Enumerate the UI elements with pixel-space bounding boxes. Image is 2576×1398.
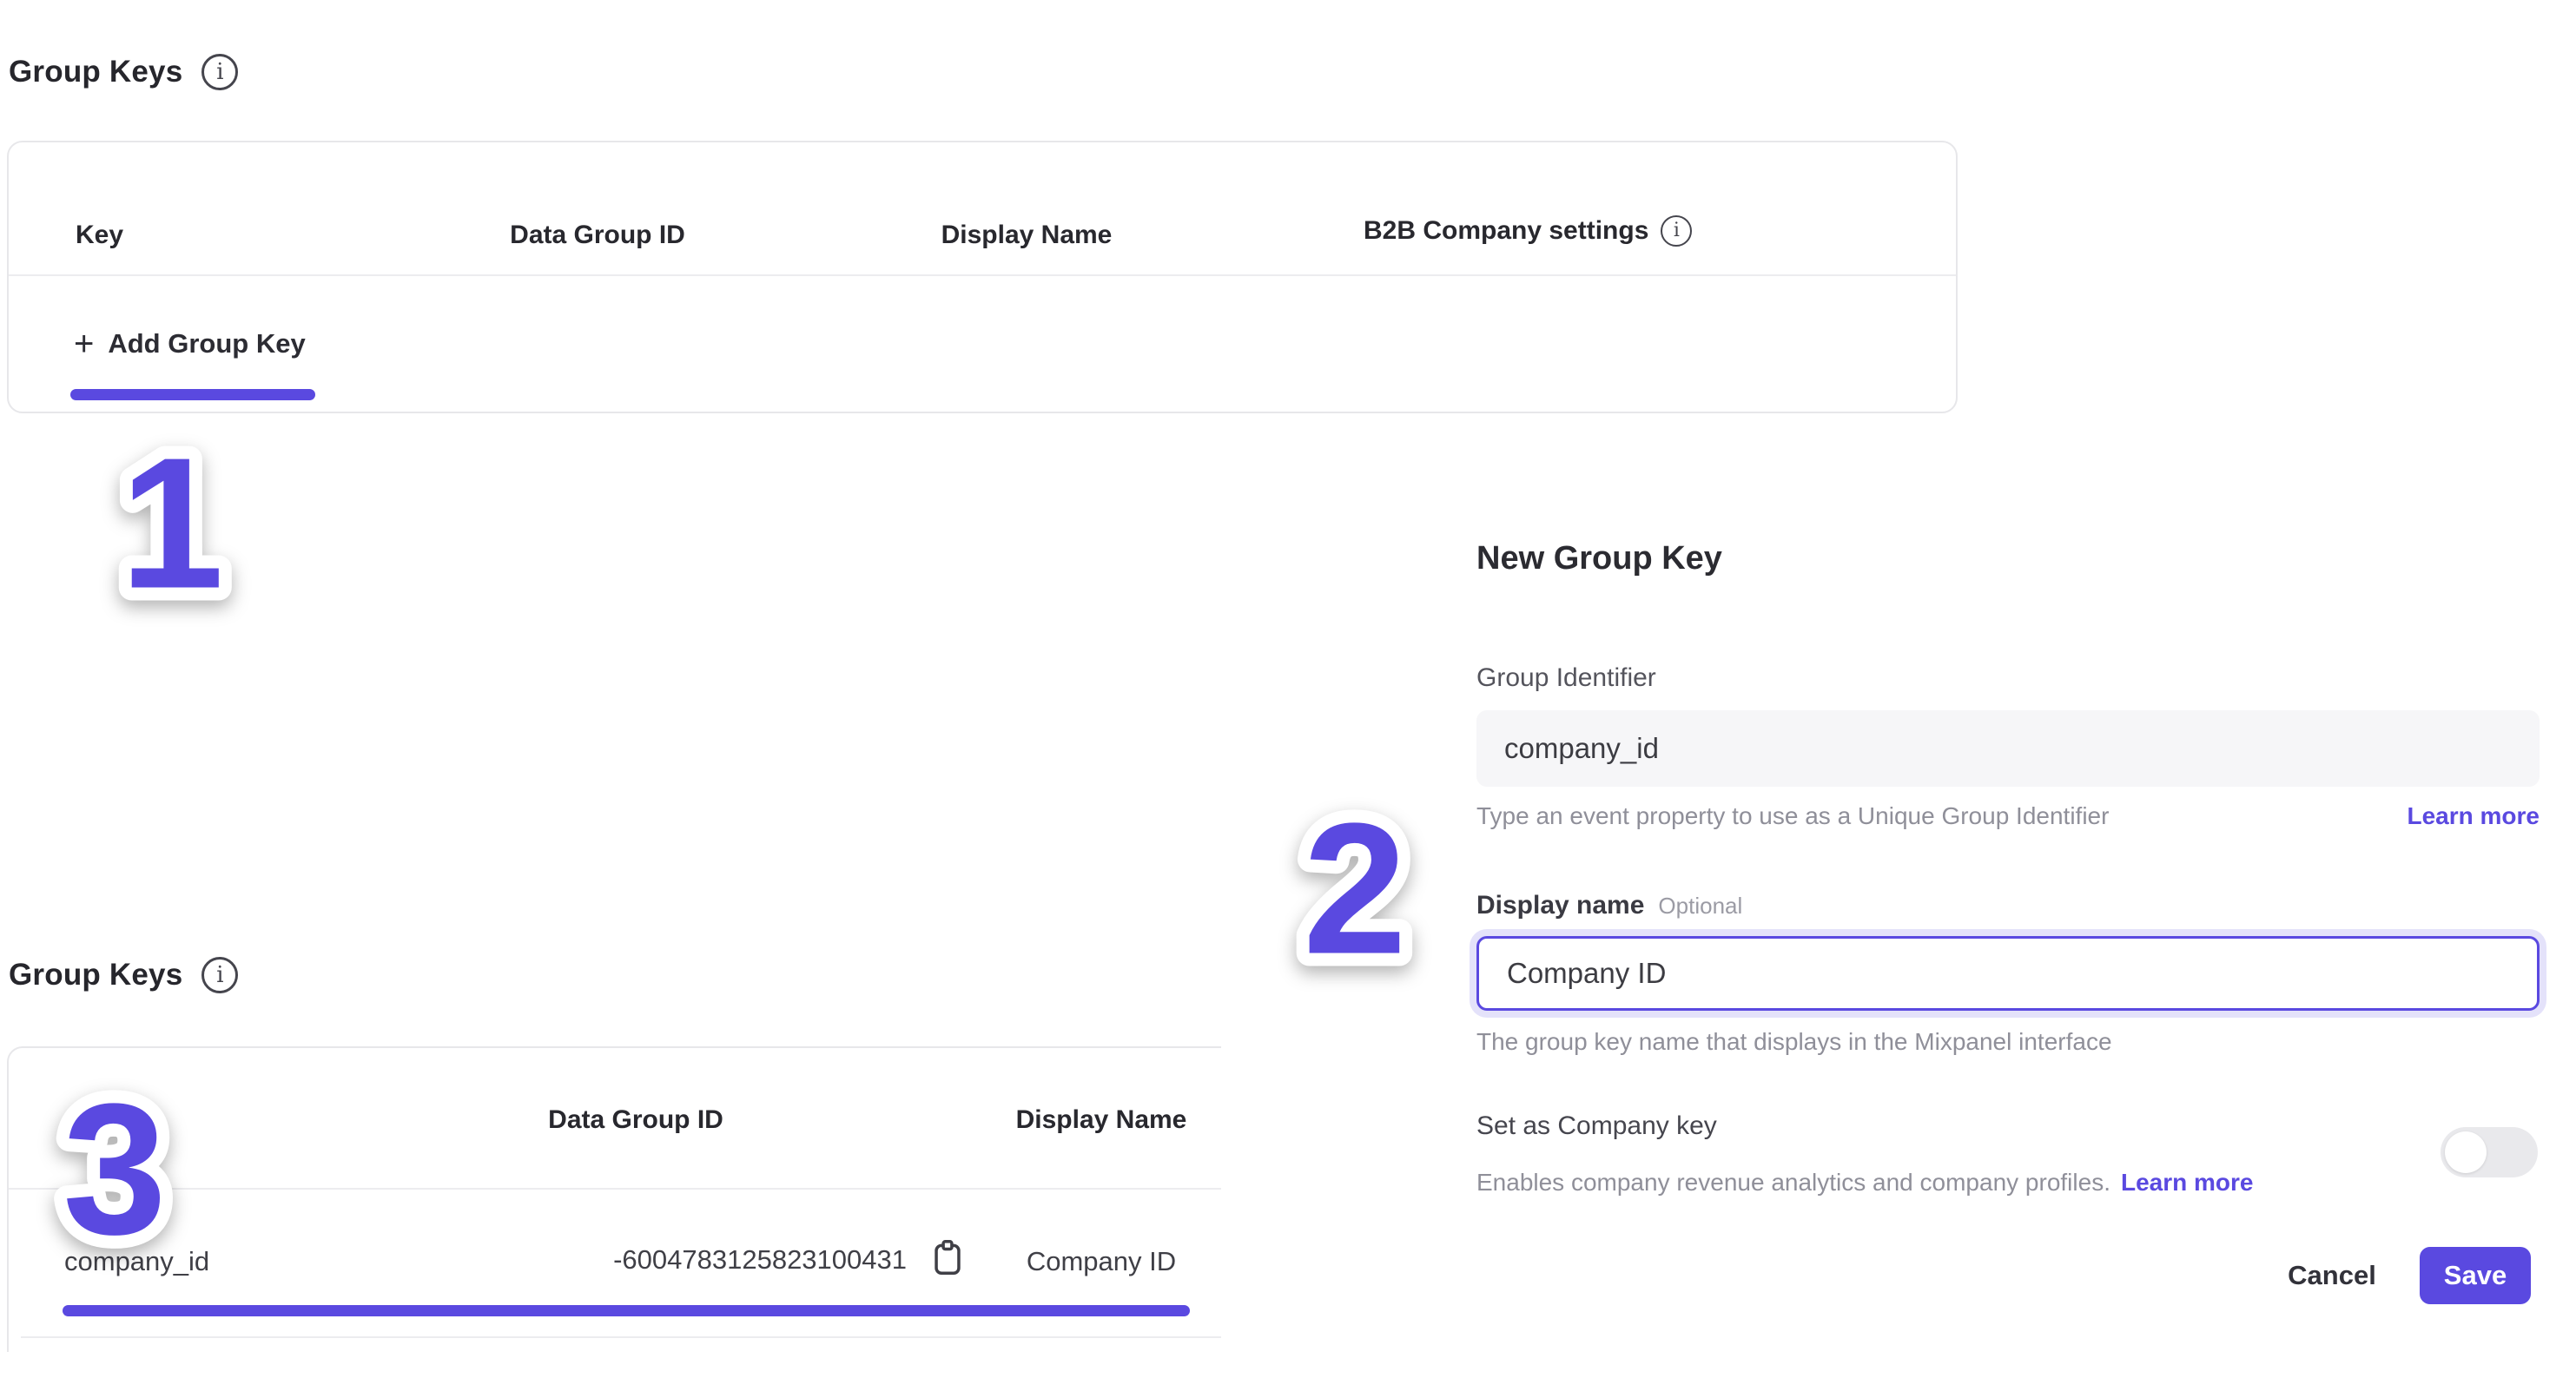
company-key-label: Set as Company key	[1476, 1111, 1717, 1141]
page: Group Keys i Key Data Group ID Display N…	[0, 0, 2576, 1398]
row-display-name-cell: Company ID	[928, 1246, 1221, 1277]
form-title: New Group Key	[1476, 540, 1722, 577]
display-name-input[interactable]	[1476, 936, 2540, 1011]
add-group-key-label: Add Group Key	[108, 328, 305, 359]
info-icon[interactable]: i	[201, 54, 238, 90]
display-name-optional-label: Optional	[1658, 893, 1742, 920]
plus-icon: +	[74, 326, 94, 361]
table-header-divider	[9, 274, 1956, 276]
column-header-display-name: Display Name	[853, 221, 1200, 250]
add-group-key-button[interactable]: + Add Group Key	[74, 326, 306, 361]
learn-more-link[interactable]: Learn more	[2408, 802, 2540, 830]
column-header-b2b-settings-wrap: B2B Company settings i	[1364, 215, 1692, 247]
page-title: Group Keys	[9, 55, 182, 89]
info-icon[interactable]: i	[1661, 215, 1692, 247]
display-name-helper: The group key name that displays in the …	[1476, 1028, 2112, 1056]
svg-text:3: 3	[63, 1065, 167, 1274]
column-header-data-group-id: Data Group ID	[462, 1105, 809, 1135]
annotation-step-1: 1	[59, 405, 285, 630]
group-identifier-helper-row: Type an event property to use as a Uniqu…	[1476, 802, 2540, 830]
company-key-helper: Enables company revenue analytics and co…	[1476, 1169, 2110, 1197]
column-header-b2b-settings: B2B Company settings	[1364, 216, 1648, 246]
column-header-key: Key	[76, 221, 123, 250]
group-identifier-helper: Type an event property to use as a Uniqu…	[1476, 802, 2109, 830]
column-header-data-group-id: Data Group ID	[424, 221, 771, 250]
svg-text:2: 2	[1303, 784, 1407, 993]
toggle-knob	[2445, 1131, 2487, 1173]
data-group-id-value: -6004783125823100431	[613, 1244, 907, 1276]
row-data-group-id-cell: -6004783125823100431	[393, 1237, 966, 1282]
column-header-display-name: Display Name	[928, 1105, 1221, 1135]
group-identifier-label: Group Identifier	[1476, 663, 1656, 693]
save-button[interactable]: Save	[2420, 1247, 2531, 1304]
group-identifier-input[interactable]	[1476, 710, 2540, 787]
company-key-helper-row: Enables company revenue analytics and co…	[1476, 1169, 2540, 1197]
annotation-underline-add-group-key	[70, 389, 315, 400]
display-name-helper-row: The group key name that displays in the …	[1476, 1028, 2540, 1056]
svg-text:1: 1	[120, 419, 224, 628]
top-group-keys-title: Group Keys i	[9, 54, 238, 90]
group-keys-table-empty: Key Data Group ID Display Name B2B Compa…	[7, 141, 1958, 413]
page-title: Group Keys	[9, 958, 182, 992]
display-name-label-row: Display name Optional	[1476, 891, 1742, 920]
row-divider	[21, 1336, 1221, 1338]
cancel-button[interactable]: Cancel	[2258, 1249, 2406, 1302]
annotation-underline-group-key-row	[63, 1305, 1190, 1316]
annotation-step-2: 2	[1242, 775, 1468, 1001]
display-name-label: Display name	[1476, 891, 1644, 920]
info-icon[interactable]: i	[201, 957, 238, 993]
annotation-step-3: 3	[2, 1056, 228, 1282]
learn-more-link[interactable]: Learn more	[2121, 1169, 2254, 1197]
bottom-group-keys-title: Group Keys i	[9, 957, 238, 993]
